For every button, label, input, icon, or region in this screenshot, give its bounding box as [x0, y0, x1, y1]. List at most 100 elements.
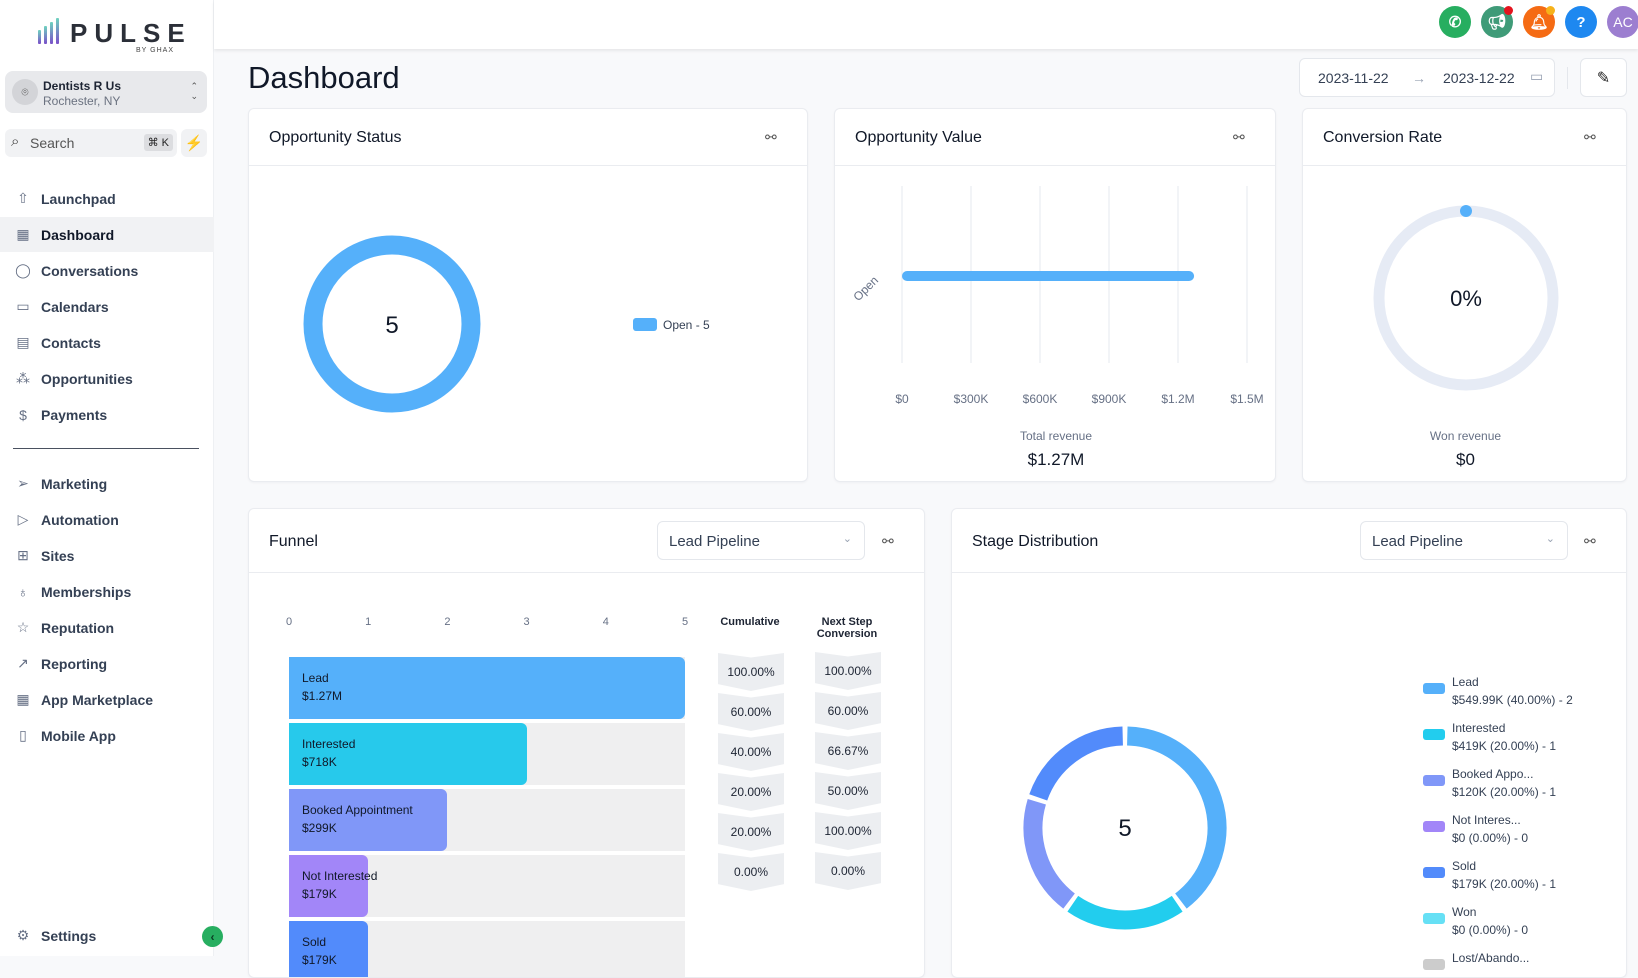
- conversion-rate-chart: 0%: [1373, 205, 1559, 391]
- sidebar-item-label: Conversations: [41, 262, 139, 279]
- chevron-up-down-icon: ⌃ ⌄: [190, 81, 198, 101]
- funnel-bar-lead[interactable]: [289, 657, 685, 719]
- pulse-logo[interactable]: PULSE BY GHAX: [38, 16, 185, 56]
- donut-slice-lead[interactable]: [1126, 726, 1227, 909]
- account-switcher[interactable]: ⌾ Dentists R Us Rochester, NY ⌃ ⌄: [5, 71, 207, 113]
- conversion-rate-card: Conversion Rate ⚯ 0% Won revenue $0: [1302, 108, 1627, 482]
- star-icon: ☆: [16, 619, 30, 635]
- legend-label[interactable]: Interested: [1452, 719, 1505, 737]
- sidebar-item-conversations[interactable]: ◯ Conversations: [0, 253, 214, 288]
- pipeline-select[interactable]: Lead Pipeline ⌄: [657, 521, 865, 560]
- next-step-value: 100.00%: [815, 812, 881, 850]
- start-date[interactable]: 2023-11-22: [1318, 70, 1389, 86]
- award-icon: ♁: [17, 583, 29, 600]
- collapse-sidebar-button[interactable]: ‹: [202, 926, 223, 947]
- legend-label[interactable]: Lost/Abando...: [1452, 949, 1529, 967]
- notifications-button[interactable]: 🔔︎: [1523, 6, 1555, 38]
- legend-label[interactable]: Lead: [1452, 673, 1479, 691]
- x-tick-label: $300K: [954, 392, 989, 406]
- opportunity-status-chart: 5 Open - 5: [303, 235, 710, 413]
- end-date[interactable]: 2023-12-22: [1443, 70, 1515, 86]
- search-input[interactable]: ⌕ Search ⌘ K: [5, 129, 177, 157]
- sidebar-item-reputation[interactable]: ☆ Reputation: [0, 610, 214, 645]
- phone-icon: ✆: [1448, 14, 1462, 31]
- legend-value: $0 (0.00%) - 0: [1452, 923, 1529, 937]
- sidebar-item-label: Marketing: [41, 475, 108, 492]
- user-avatar[interactable]: AC: [1607, 6, 1638, 38]
- legend-swatch: [1423, 913, 1445, 924]
- sidebar-item-opportunities[interactable]: ⁂ Opportunities: [0, 361, 214, 396]
- x-tick-label: 0: [285, 616, 293, 628]
- donut-slice-sold[interactable]: [1029, 726, 1124, 801]
- legend-label[interactable]: Not Interes...: [1452, 811, 1521, 829]
- legend-label[interactable]: Open - 5: [663, 318, 710, 332]
- calendar-icon: ▭: [1530, 68, 1544, 84]
- date-range-picker[interactable]: 2023-11-22 → 2023-12-22 ▭: [1299, 58, 1555, 97]
- notification-dot: [1546, 6, 1555, 15]
- sidebar-item-automation[interactable]: ▷ Automation: [0, 502, 214, 537]
- sidebar-item-contacts[interactable]: ▤ Contacts: [0, 325, 214, 360]
- sidebar-item-app-marketplace[interactable]: ▦ App Marketplace: [0, 682, 214, 717]
- sidebar-item-label: Settings: [41, 927, 97, 944]
- legend-swatch: [1423, 729, 1445, 740]
- sidebar-item-payments[interactable]: $ Payments: [0, 397, 214, 432]
- funnel-stage-value: $179K: [302, 953, 337, 967]
- legend-swatch: [1423, 959, 1445, 970]
- trend-icon: ↗: [17, 655, 29, 671]
- x-tick-label: $900K: [1092, 392, 1127, 406]
- sidebar-item-dashboard[interactable]: ▦ Dashboard: [0, 217, 214, 252]
- sidebar-item-calendars[interactable]: ▭ Calendars: [0, 289, 214, 324]
- sidebar-item-label: Calendars: [41, 298, 109, 315]
- funnel-stage-name: Lead: [302, 671, 329, 685]
- funnel-card: Funnel Lead Pipeline ⌄ ⚯ 0 1 2 3 4 5 Lead $1.27…: [248, 508, 925, 978]
- quick-actions-button[interactable]: ⚡: [181, 129, 207, 157]
- sidebar-item-label: Dashboard: [41, 226, 115, 243]
- sidebar-item-label: Mobile App: [41, 727, 116, 744]
- donut-slice-interested[interactable]: [1067, 895, 1183, 930]
- logo-byline: BY GHAX: [136, 47, 174, 54]
- rocket-icon: ⇧: [17, 190, 29, 206]
- legend-label[interactable]: Booked Appo...: [1452, 765, 1533, 783]
- total-revenue-label: Total revenue: [1019, 429, 1093, 443]
- legend-value: $179K (20.00%) - 1: [1452, 877, 1557, 891]
- apps-icon: ▦: [16, 691, 30, 707]
- sidebar-item-memberships[interactable]: ♁ Memberships: [0, 574, 214, 609]
- send-icon: ➢: [17, 475, 29, 491]
- sidebar-item-label: Reputation: [41, 619, 115, 636]
- funnel-stage-name: Booked Appointment: [302, 803, 413, 817]
- chevron-down-icon: ⌄: [842, 533, 852, 545]
- sidebar-item-marketing[interactable]: ➢ Marketing: [0, 466, 214, 501]
- sidebar-item-reporting[interactable]: ↗ Reporting: [0, 646, 214, 681]
- total-revenue-value: $1.27M: [1027, 450, 1085, 469]
- sidebar-item-label: Sites: [41, 547, 75, 564]
- search-shortcut: ⌘ K: [143, 134, 173, 151]
- help-button[interactable]: ?: [1565, 6, 1597, 38]
- legend-label[interactable]: Won: [1452, 903, 1476, 921]
- gear-icon: ⚙: [16, 927, 30, 943]
- announcements-button[interactable]: 📢︎: [1481, 6, 1513, 38]
- legend-value: $549.99K (40.00%) - 2: [1452, 693, 1573, 707]
- edit-dashboard-button[interactable]: ✎: [1580, 58, 1627, 97]
- sidebar-item-launchpad[interactable]: ⇧ Launchpad: [0, 181, 214, 216]
- filter-icon[interactable]: ⚯: [882, 533, 900, 549]
- donut-slice-booked-appo-[interactable]: [1023, 799, 1076, 909]
- sidebar-item-sites[interactable]: ⊞ Sites: [0, 538, 214, 573]
- funnel-stage-value: $1.27M: [302, 689, 343, 703]
- cumulative-value: 20.00%: [718, 813, 784, 851]
- notification-dot: [1504, 6, 1513, 15]
- sidebar-item-settings[interactable]: ⚙ Settings: [0, 918, 214, 953]
- sidebar-item-label: Memberships: [41, 583, 132, 600]
- arrow-right-icon: →: [1412, 70, 1426, 86]
- dashboard-icon: ▦: [16, 226, 30, 242]
- sidebar-item-label: App Marketplace: [41, 691, 154, 708]
- legend-swatch: [1423, 775, 1445, 786]
- funnel-bar-sold[interactable]: [289, 921, 369, 977]
- cumulative-value: 100.00%: [718, 653, 784, 691]
- legend-label[interactable]: Sold: [1452, 857, 1476, 875]
- mobile-icon: ▯: [19, 727, 27, 743]
- sidebar-item-mobile-app[interactable]: ▯ Mobile App: [0, 718, 214, 753]
- opportunities-icon: ⁂: [16, 370, 30, 386]
- phone-button[interactable]: ✆: [1439, 6, 1471, 38]
- sidebar-divider: [13, 448, 199, 449]
- cumulative-value: 20.00%: [718, 773, 784, 811]
